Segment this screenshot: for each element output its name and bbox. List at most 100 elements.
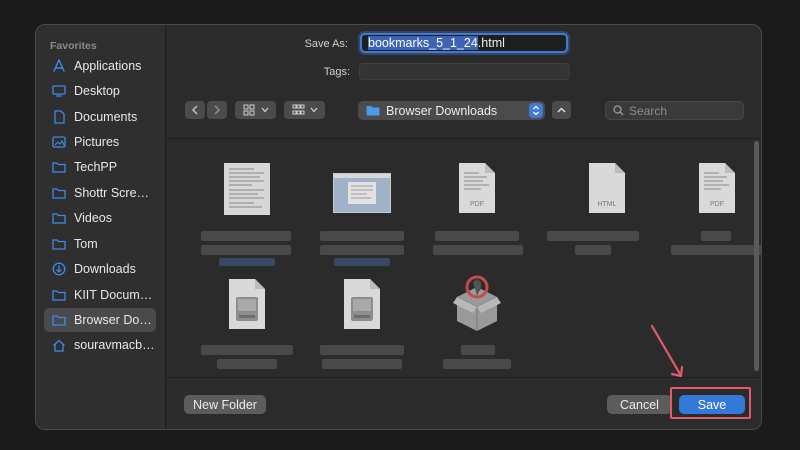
file-badge: PDF: [470, 201, 484, 208]
filename-extension: .html: [477, 36, 505, 50]
disk-image-icon: [342, 277, 382, 331]
sidebar-item-label: KIIT Docum…: [74, 288, 153, 302]
collapse-button[interactable]: [552, 101, 571, 119]
group-by-button[interactable]: [284, 101, 325, 119]
sidebar-item-videos[interactable]: Videos: [44, 206, 156, 230]
search-icon: [613, 105, 624, 116]
sidebar-item-label: Pictures: [74, 135, 120, 149]
annotation-arrow-icon: [650, 324, 684, 378]
sidebar-item-downloads[interactable]: Downloads: [44, 257, 156, 281]
search-field[interactable]: [605, 101, 744, 120]
file-name: [433, 245, 523, 255]
file-item[interactable]: [302, 267, 422, 377]
sidebar-item-kiit-documents[interactable]: KIIT Docum…: [44, 283, 156, 307]
sidebar-item-home[interactable]: souravmacb…: [44, 333, 156, 357]
folder-icon: [51, 160, 67, 174]
sidebar-item-pictures[interactable]: Pictures: [44, 130, 156, 154]
sidebar-item-label: Videos: [74, 211, 112, 225]
sidebar-item-desktop[interactable]: Desktop: [44, 79, 156, 103]
sidebar: Favorites Applications Desktop Documents…: [36, 25, 166, 429]
folder-icon: [51, 237, 67, 251]
new-folder-button[interactable]: New Folder: [184, 395, 266, 414]
sidebar-item-shottr-screenshots[interactable]: Shottr Scre…: [44, 181, 156, 205]
file-name: [671, 245, 761, 255]
downloads-icon: [51, 262, 67, 276]
folder-icon: [51, 288, 67, 302]
icon-view-icon: [243, 104, 254, 116]
sidebar-item-tom[interactable]: Tom: [44, 232, 156, 256]
pdf-file-icon: PDF: [697, 161, 737, 215]
file-item[interactable]: [302, 151, 422, 266]
file-name: [547, 231, 639, 241]
file-name: [575, 245, 611, 255]
sidebar-item-browser-downloads[interactable]: Browser Do…: [44, 308, 156, 332]
folder-icon: [366, 106, 380, 116]
search-input[interactable]: [629, 103, 729, 118]
pdf-file-icon: PDF: [457, 161, 497, 215]
file-item[interactable]: PDF: [417, 151, 537, 261]
file-name: [201, 245, 291, 255]
file-tag: [219, 258, 275, 266]
sidebar-item-label: Downloads: [74, 262, 136, 276]
forward-button[interactable]: [207, 101, 227, 119]
home-icon: [51, 338, 67, 352]
save-as-label: Save As:: [304, 38, 348, 50]
disk-image-icon: [227, 277, 267, 331]
image-thumbnail: [333, 173, 391, 213]
file-item[interactable]: PDF: [657, 151, 761, 261]
file-name: [320, 345, 404, 355]
file-name: [201, 345, 293, 355]
sidebar-item-documents[interactable]: Documents: [44, 105, 156, 129]
installer-package-icon: [451, 273, 503, 333]
file-name: [201, 231, 291, 241]
sidebar-heading: Favorites: [50, 40, 97, 52]
filename-selection: bookmarks_5_1_24: [368, 36, 478, 50]
file-name: [435, 231, 519, 241]
chevron-right-icon: [214, 105, 221, 115]
document-icon: [51, 110, 67, 124]
file-name: [320, 231, 404, 241]
file-item[interactable]: [417, 267, 537, 377]
sidebar-item-label: Applications: [74, 59, 142, 73]
sidebar-item-label: Tom: [74, 237, 98, 251]
file-name: [701, 231, 731, 241]
save-as-field[interactable]: bookmarks_5_1_24.html: [360, 33, 568, 53]
pictures-icon: [51, 135, 67, 149]
folder-icon: [51, 186, 67, 200]
file-tag: [334, 258, 390, 266]
file-item[interactable]: [187, 267, 307, 377]
file-thumbnail: [224, 163, 270, 215]
chevron-up-icon: [557, 107, 566, 113]
location-popup[interactable]: Browser Downloads: [358, 101, 545, 120]
location-label: Browser Downloads: [386, 103, 498, 118]
file-item[interactable]: [187, 151, 307, 266]
file-item[interactable]: HTML: [547, 151, 667, 261]
sidebar-item-applications[interactable]: Applications: [44, 54, 156, 78]
sidebar-item-techpp[interactable]: TechPP: [44, 155, 156, 179]
folder-icon: [51, 211, 67, 225]
file-name: [443, 359, 511, 369]
file-badge: PDF: [710, 201, 724, 208]
sidebar-item-label: TechPP: [74, 160, 118, 174]
chevron-down-icon: [310, 107, 317, 113]
sidebar-item-label: Desktop: [74, 84, 120, 98]
chevron-down-icon: [261, 107, 268, 113]
html-file-icon: HTML: [587, 161, 627, 215]
tags-field[interactable]: [359, 63, 570, 80]
chevron-updown-icon: [529, 103, 543, 118]
desktop-icon: [51, 84, 67, 98]
sidebar-item-label: Documents: [74, 110, 138, 124]
file-name: [320, 245, 404, 255]
folder-icon: [51, 313, 67, 327]
vertical-scrollbar[interactable]: [754, 141, 759, 371]
file-name: [322, 359, 402, 369]
back-button[interactable]: [185, 101, 205, 119]
file-badge: HTML: [597, 201, 616, 208]
cancel-button[interactable]: Cancel: [607, 395, 672, 414]
sidebar-item-label: Shottr Scre…: [74, 186, 150, 200]
file-name: [461, 345, 495, 355]
group-icon: [292, 104, 304, 115]
file-name: [217, 359, 277, 369]
view-mode-button[interactable]: [235, 101, 276, 119]
save-highlight-annotation: [670, 387, 751, 419]
